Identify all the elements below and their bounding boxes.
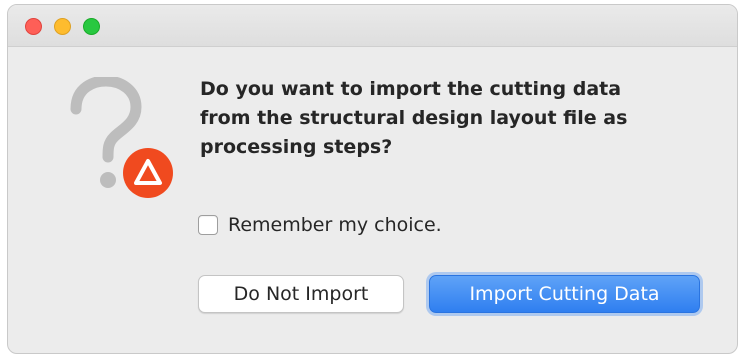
remember-choice-checkbox[interactable] xyxy=(198,215,218,235)
do-not-import-button[interactable]: Do Not Import xyxy=(198,275,404,313)
minimize-window-button[interactable] xyxy=(54,18,71,35)
dialog-icon xyxy=(66,77,176,207)
zoom-window-button[interactable] xyxy=(83,18,100,35)
dialog-window: Do you want to import the cutting data f… xyxy=(7,4,738,354)
alert-triangle-icon xyxy=(123,148,173,198)
remember-choice-toggle[interactable]: Remember my choice. xyxy=(198,211,442,239)
import-cutting-data-button[interactable]: Import Cutting Data xyxy=(429,275,700,313)
title-bar xyxy=(8,5,737,47)
close-window-button[interactable] xyxy=(25,18,42,35)
dialog-message: Do you want to import the cutting data f… xyxy=(200,78,628,158)
remember-choice-label[interactable]: Remember my choice. xyxy=(228,214,442,236)
